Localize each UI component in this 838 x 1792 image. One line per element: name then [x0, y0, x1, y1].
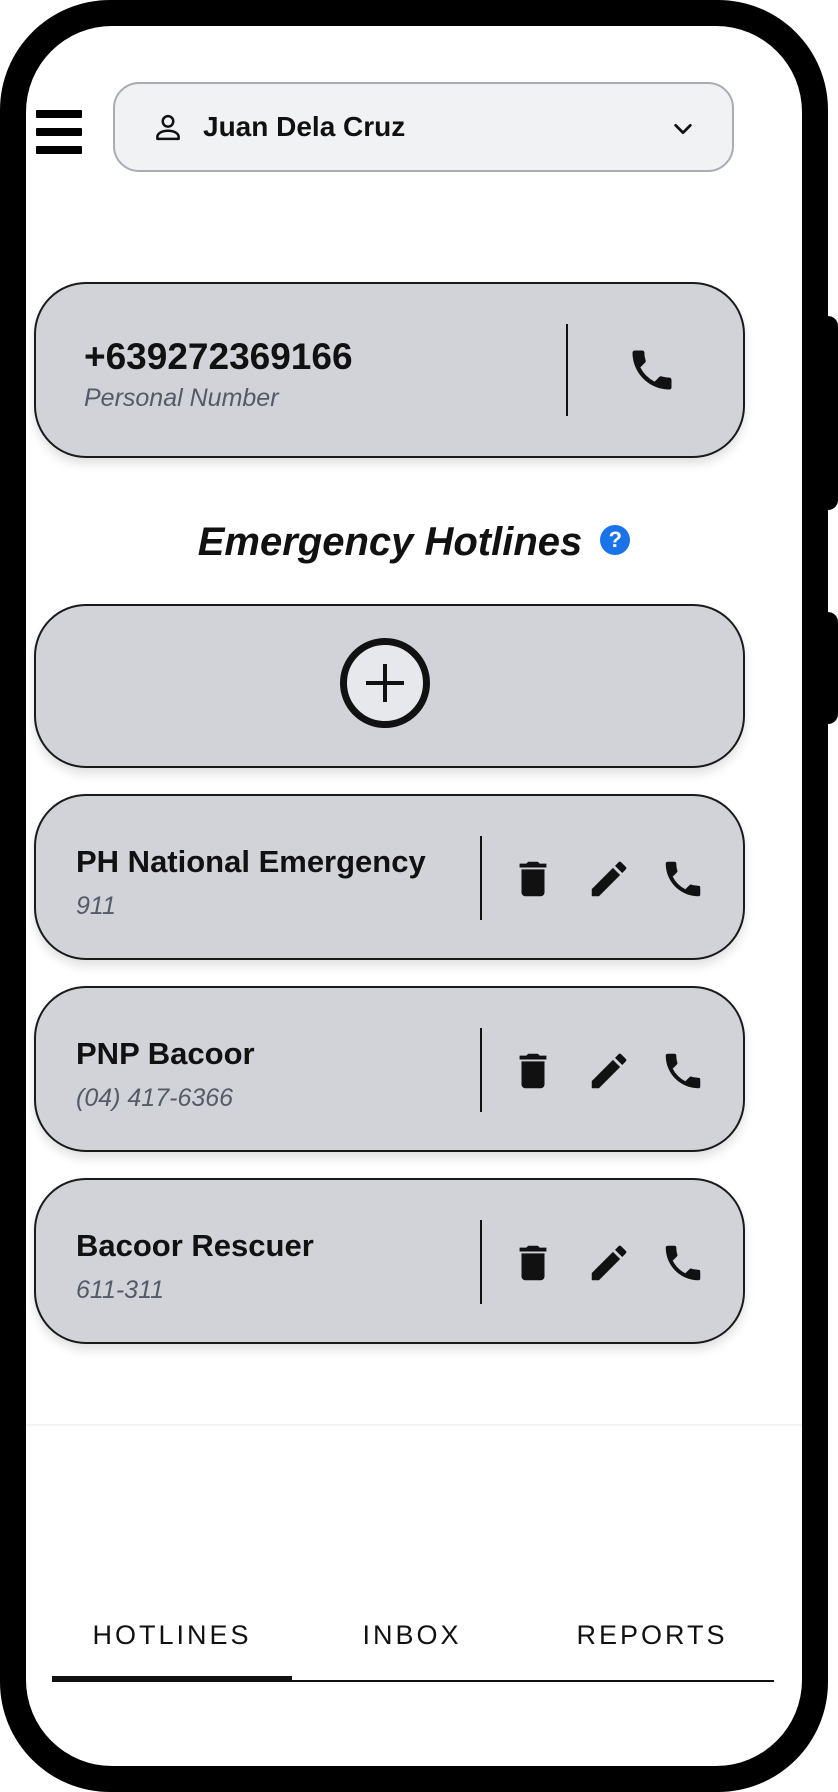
hotline-name: PNP Bacoor	[76, 1036, 255, 1071]
phone-icon	[626, 344, 678, 396]
divider	[480, 836, 482, 920]
phone-icon	[660, 1240, 706, 1286]
call-hotline-button[interactable]	[660, 1240, 706, 1286]
hotline-name: Bacoor Rescuer	[76, 1228, 314, 1263]
divider	[566, 324, 568, 416]
menu-icon[interactable]	[36, 110, 82, 154]
user-icon	[153, 112, 183, 142]
volume-button	[824, 316, 838, 510]
account-name: Juan Dela Cruz	[203, 111, 406, 142]
tab-reports[interactable]: REPORTS	[532, 1596, 772, 1678]
trash-icon	[510, 856, 556, 902]
call-personal-button[interactable]	[626, 344, 678, 396]
help-icon[interactable]: ?	[600, 525, 631, 555]
delete-hotline-button[interactable]	[510, 1240, 556, 1286]
trash-icon	[510, 1048, 556, 1094]
add-icon[interactable]	[340, 638, 430, 728]
call-hotline-button[interactable]	[660, 1048, 706, 1094]
delete-hotline-button[interactable]	[510, 1048, 556, 1094]
pencil-icon	[586, 1240, 632, 1286]
hotline-number: (04) 417-6366	[76, 1084, 234, 1112]
account-selector[interactable]: Juan Dela Cruz	[113, 82, 734, 172]
hotline-number: 911	[76, 892, 116, 920]
call-hotline-button[interactable]	[660, 856, 706, 902]
personal-number-card: +639272369166 Personal Number	[34, 282, 745, 458]
hotline-number: 611-311	[76, 1276, 165, 1304]
pencil-icon	[586, 1048, 632, 1094]
edit-hotline-button[interactable]	[586, 856, 632, 902]
pencil-icon	[586, 856, 632, 902]
delete-hotline-button[interactable]	[510, 856, 556, 902]
add-hotline-card[interactable]	[34, 604, 745, 768]
chevron-down-icon	[672, 118, 694, 140]
content-divider	[26, 1424, 802, 1426]
personal-number-label: Personal Number	[84, 384, 279, 412]
bottom-tab-bar: HOTLINES INBOX REPORTS	[52, 1596, 774, 1682]
power-button	[824, 612, 838, 724]
hotline-card: PNP Bacoor (04) 417-6366	[34, 986, 745, 1152]
edit-hotline-button[interactable]	[586, 1240, 632, 1286]
edit-hotline-button[interactable]	[586, 1048, 632, 1094]
personal-number: +639272369166	[84, 336, 353, 377]
section-title-text: Emergency Hotlines	[197, 520, 583, 564]
hotline-card: Bacoor Rescuer 611-311	[34, 1178, 745, 1344]
section-title: Emergency Hotlines?	[0, 520, 828, 565]
divider	[480, 1028, 482, 1112]
phone-icon	[660, 856, 706, 902]
tab-active-indicator	[52, 1676, 292, 1682]
hotline-name: PH National Emergency	[76, 844, 426, 879]
trash-icon	[510, 1240, 556, 1286]
tab-inbox[interactable]: INBOX	[292, 1596, 532, 1678]
tab-hotlines[interactable]: HOTLINES	[52, 1596, 292, 1678]
hotline-card: PH National Emergency 911	[34, 794, 745, 960]
divider	[480, 1220, 482, 1304]
phone-icon	[660, 1048, 706, 1094]
